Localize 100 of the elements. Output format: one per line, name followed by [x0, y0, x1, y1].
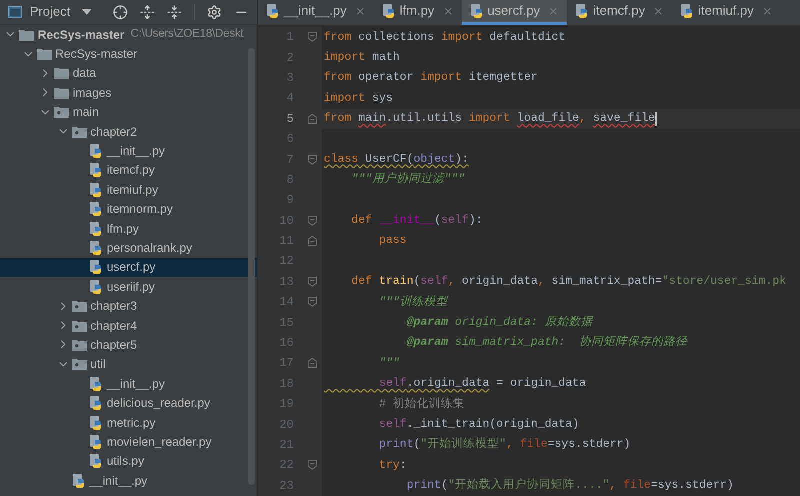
python-file-icon: [89, 240, 103, 256]
scrollbar-thumb[interactable]: [248, 48, 255, 485]
item-label: itemnorm.py: [107, 201, 174, 218]
python-file-icon: [89, 220, 103, 237]
tree-item[interactable]: chapter3: [0, 296, 257, 316]
tree-item[interactable]: __init__.py: [0, 141, 257, 161]
expand-all-icon[interactable]: [140, 4, 155, 20]
dropdown-caret-icon[interactable]: [82, 9, 92, 15]
editor-tab[interactable]: usercf.py: [462, 0, 568, 25]
tree-item[interactable]: utils.py: [0, 452, 257, 471]
locate-icon[interactable]: [113, 4, 128, 20]
item-label: util: [90, 356, 106, 374]
tree-item[interactable]: itemcf.py: [0, 160, 257, 180]
python-file-icon: [266, 3, 280, 19]
code-line: def train(self, origin_data, sim_matrix_path="store/user_sim.pk: [350, 274, 788, 290]
fold-marker-icon[interactable]: [308, 358, 316, 368]
fold-marker-icon[interactable]: [308, 236, 316, 246]
item-label: personalrank.py: [107, 240, 192, 257]
item-label: chapter2: [90, 124, 138, 141]
item-label: chapter5: [90, 336, 138, 354]
editor-tab[interactable]: itemiuf.py: [672, 0, 781, 25]
python-file-icon: [89, 395, 103, 412]
code-line: pass: [378, 233, 408, 250]
code-line: # 初始化训练集: [378, 396, 466, 413]
collapse-all-icon[interactable]: [167, 4, 182, 20]
item-label: images: [73, 84, 112, 102]
panel-title[interactable]: Project: [30, 2, 70, 22]
item-label: lfm.py: [107, 220, 140, 238]
tree-item[interactable]: itemnorm.py: [0, 200, 257, 219]
tree-item[interactable]: chapter4: [0, 316, 257, 336]
fold-marker-icon[interactable]: [308, 460, 316, 470]
tree-item[interactable]: images: [0, 83, 257, 103]
code-line: @param sim_matrix_path: 协同矩阵保存的路径: [406, 334, 688, 352]
item-label: RecSys-master: [38, 26, 125, 44]
item-label: metric.py: [107, 414, 156, 432]
folder-icon: [54, 86, 69, 99]
python-file-icon: [89, 182, 103, 198]
tree-item[interactable]: itemiuf.py: [0, 180, 257, 200]
item-label: usercf.py: [107, 259, 156, 276]
item-label: movielen_reader.py: [107, 434, 212, 451]
fold-marker-icon[interactable]: [308, 216, 316, 226]
close-icon[interactable]: [442, 6, 454, 16]
python-file-icon: [72, 472, 86, 489]
code-line: import sys: [323, 90, 394, 107]
tree-item[interactable]: personalrank.py: [0, 238, 257, 258]
python-file-icon: [89, 414, 103, 430]
tree-item[interactable]: useriif.py: [0, 277, 257, 296]
fold-marker-icon[interactable]: [308, 297, 316, 308]
code-line: def __init__(self):: [350, 213, 484, 230]
tree-item[interactable]: __init__.py: [0, 470, 257, 490]
item-label: utils.py: [107, 453, 144, 470]
folder-icon: [36, 48, 52, 60]
tree-item[interactable]: metric.py: [0, 412, 257, 432]
python-file-icon: [89, 162, 103, 178]
fold-marker-icon[interactable]: [308, 32, 316, 42]
code-line: print("开始载入用户协同矩阵....", file=sys.stderr): [406, 477, 735, 494]
editor-tab[interactable]: __init__.py: [258, 0, 374, 25]
tree-item[interactable]: delicious_reader.py: [0, 393, 257, 413]
python-file-icon: [680, 3, 694, 19]
window-icon: [8, 6, 22, 18]
item-label: data: [73, 65, 96, 82]
item-label: RecSys-master: [56, 46, 138, 64]
folder-icon: [19, 28, 34, 41]
close-icon[interactable]: [653, 6, 664, 16]
fold-marker-icon[interactable]: [308, 154, 316, 165]
package-folder-icon: [72, 126, 86, 138]
python-file-icon: [575, 3, 590, 19]
tree-item[interactable]: usercf.py: [0, 258, 257, 278]
tree-item[interactable]: movielen_reader.py: [0, 432, 257, 452]
item-label: delicious_reader.py: [107, 395, 210, 412]
item-label: __init__.py: [107, 376, 166, 393]
tree-item[interactable]: util: [0, 354, 257, 374]
item-label: __init__.py: [107, 143, 166, 160]
python-file-icon: [89, 259, 103, 276]
tree-item[interactable]: RecSys-master: [0, 44, 257, 64]
tree-item[interactable]: main: [0, 102, 257, 122]
tree-item[interactable]: RecSys-master C:\Users\ZOE18\Deskt: [0, 25, 257, 44]
python-file-icon: [89, 434, 103, 450]
code-line: from collections import defaultdict: [323, 30, 567, 46]
tree-item[interactable]: lfm.py: [0, 218, 257, 238]
code-line: from operator import itemgetter: [323, 70, 539, 86]
fold-marker-icon[interactable]: [308, 276, 316, 287]
editor-tab[interactable]: lfm.py: [374, 0, 462, 25]
editor-tab[interactable]: itemcf.py: [567, 0, 672, 25]
item-label: useriif.py: [107, 278, 156, 296]
tree-item[interactable]: __init__.py: [0, 374, 257, 394]
python-file-icon: [89, 278, 103, 295]
close-icon[interactable]: [354, 6, 366, 16]
tree-item[interactable]: chapter5: [0, 335, 257, 355]
tree-item[interactable]: data: [0, 64, 257, 84]
package-folder-icon: [72, 320, 86, 332]
package-folder-icon: [54, 106, 69, 118]
item-label: itemcf.py: [107, 162, 156, 180]
item-label: chapter3: [90, 298, 138, 316]
settings-icon[interactable]: [207, 4, 222, 20]
python-file-icon: [89, 143, 103, 160]
tree-item[interactable]: chapter2: [0, 122, 257, 142]
close-icon[interactable]: [762, 6, 773, 16]
item-label: itemiuf.py: [107, 182, 158, 199]
fold-marker-icon[interactable]: [308, 114, 316, 124]
